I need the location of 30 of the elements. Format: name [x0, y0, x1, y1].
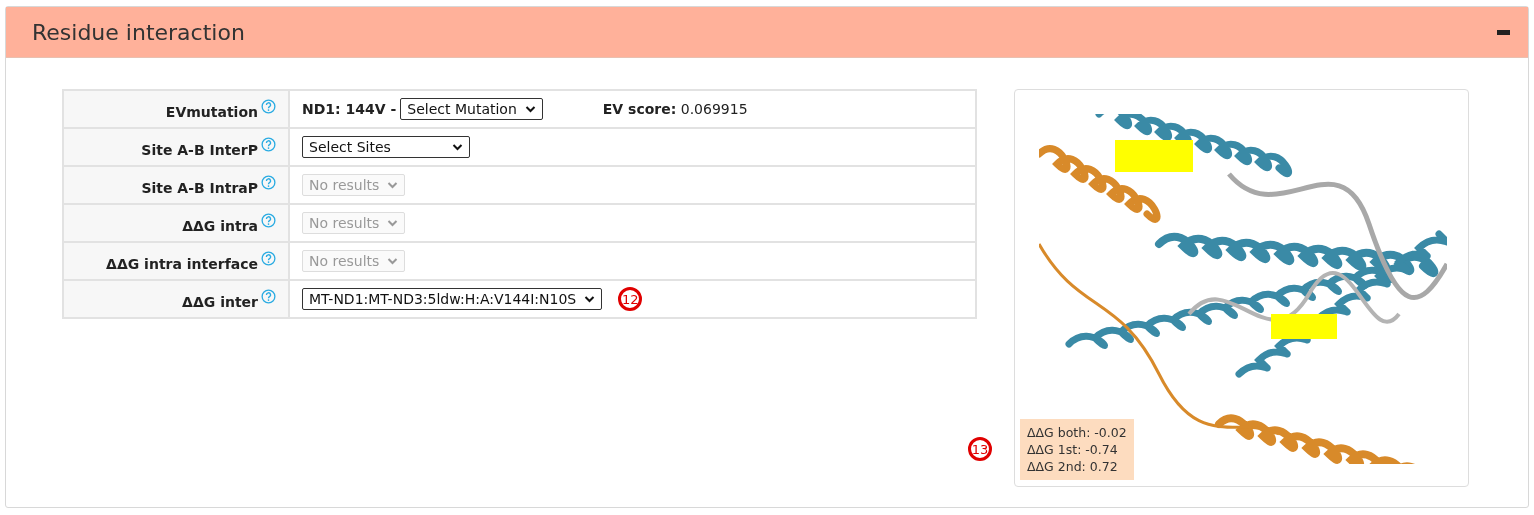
callout-badge: 12	[618, 287, 643, 311]
field-label: EVmutation	[165, 103, 258, 120]
dropdown[interactable]: MT-ND1:MT-ND3:5ldw:H:A:V144I:N10S	[302, 288, 603, 310]
field-label: ΔΔG intra interface	[106, 255, 258, 272]
energy-value: ΔΔG both: -0.02	[1027, 425, 1127, 440]
field-label: ΔΔG inter	[182, 293, 258, 310]
help-icon[interactable]	[261, 212, 276, 228]
help-icon[interactable]	[261, 288, 276, 304]
field-label: ΔΔG intra	[182, 217, 258, 234]
caret-icon	[387, 257, 399, 265]
caret-icon	[524, 105, 536, 113]
collapse-button[interactable]	[1497, 29, 1510, 35]
energy-value: ΔΔG 1st: -0.74	[1027, 442, 1119, 457]
mutation-label: ND1: 144V -	[302, 101, 397, 117]
panel-title: Residue interaction	[32, 19, 245, 45]
dropdown[interactable]: Select Mutation	[400, 98, 543, 120]
help-icon[interactable]	[261, 250, 276, 266]
field-label: Site A-B IntraP	[141, 179, 258, 196]
field-label: Site A-B InterP	[141, 141, 258, 158]
caret-icon	[387, 181, 399, 189]
help-icon[interactable]	[261, 136, 276, 152]
dropdown[interactable]: Select Sites	[302, 136, 470, 158]
energy-value: ΔΔG 2nd: 0.72	[1027, 459, 1119, 474]
help-icon[interactable]	[261, 174, 276, 190]
caret-icon	[452, 143, 463, 151]
callout-badge: 13	[968, 437, 992, 461]
ev-score: EV score: 0.069915	[602, 101, 748, 117]
caret-icon	[387, 219, 399, 227]
help-icon[interactable]	[261, 98, 276, 114]
caret-icon	[584, 295, 596, 303]
